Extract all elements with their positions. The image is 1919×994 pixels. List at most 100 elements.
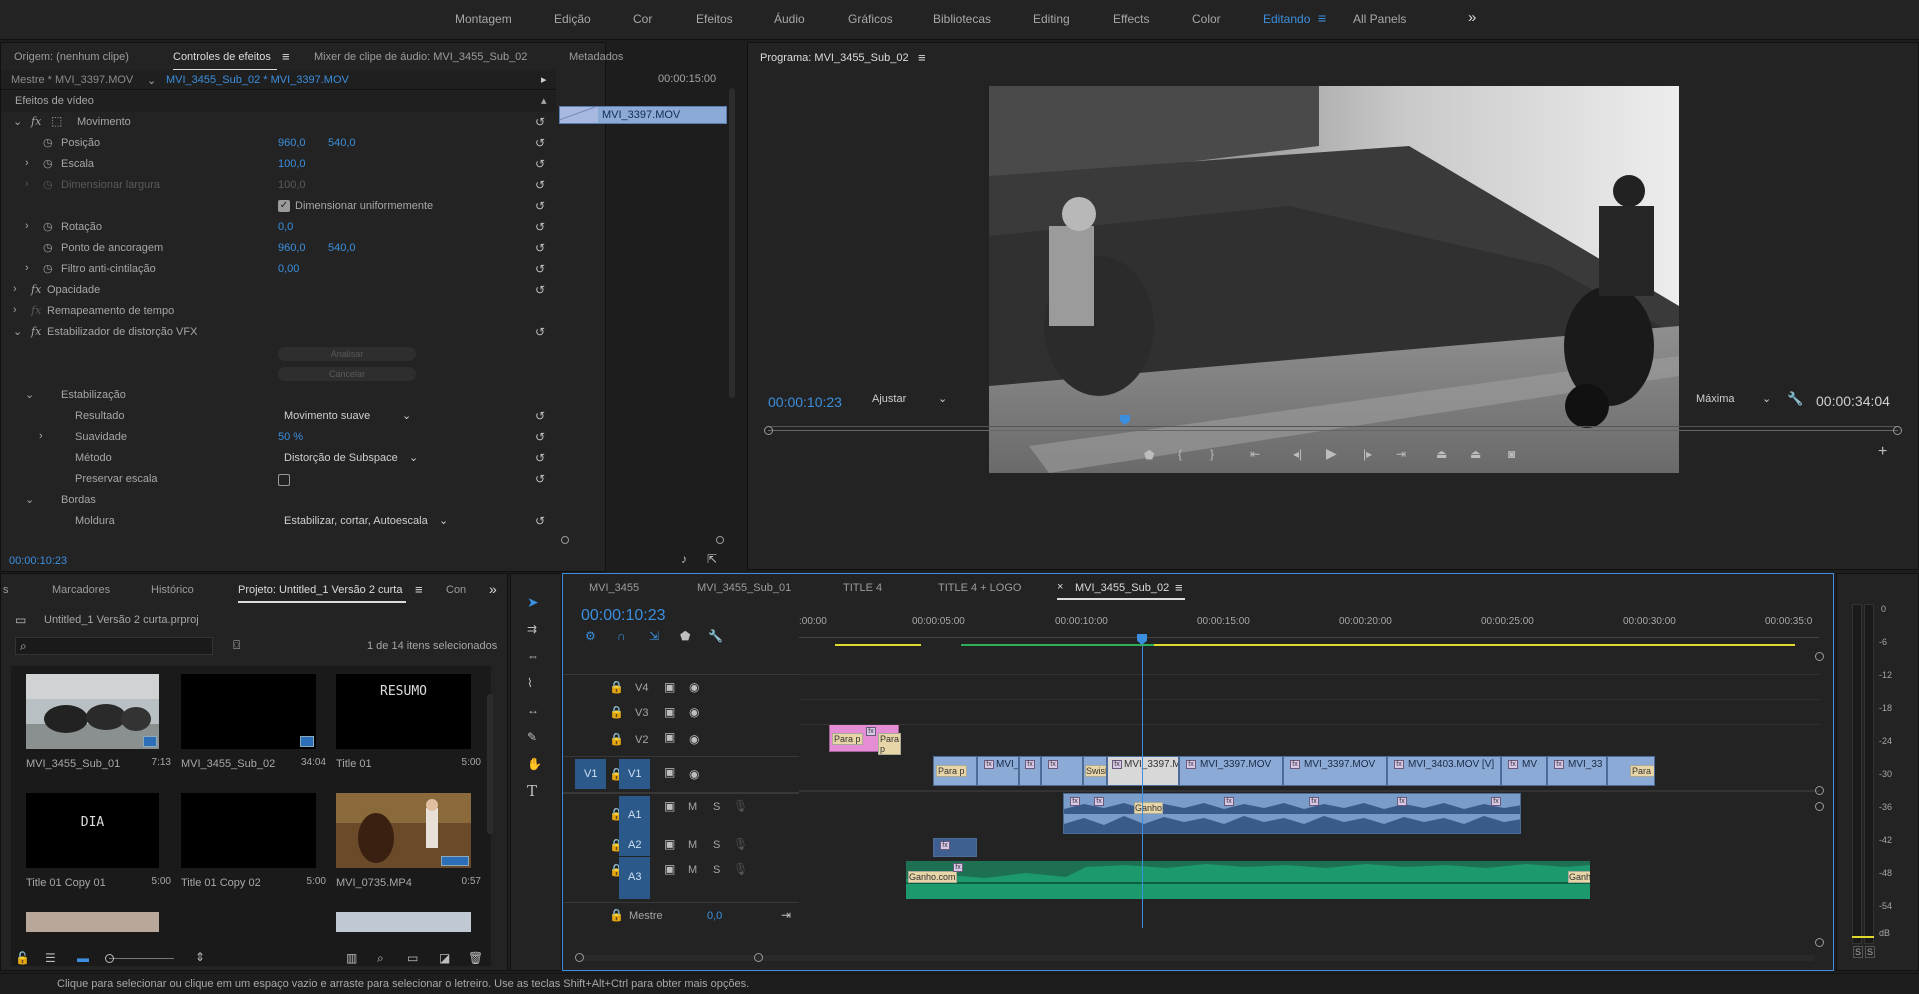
automate-icon[interactable]: ▥ xyxy=(346,952,357,964)
playhead-line[interactable] xyxy=(1142,646,1143,928)
anchor-x-value[interactable]: 960,0 xyxy=(278,242,306,254)
expand-chevron-icon[interactable]: ⌄ xyxy=(25,493,34,506)
v1-clip[interactable]: Para p xyxy=(1607,756,1655,786)
frame-dropdown[interactable]: Estabilizar, cortar, Autoescala ⌄ xyxy=(278,513,453,529)
rotation-value[interactable]: 0,0 xyxy=(278,221,293,233)
trash-icon[interactable]: 🗑 xyxy=(468,952,483,964)
reset-icon[interactable]: ↺ xyxy=(535,116,547,128)
add-marker-icon[interactable]: ⬟ xyxy=(680,630,690,642)
reset-icon[interactable]: ↺ xyxy=(535,158,547,170)
program-ruler[interactable] xyxy=(768,415,1898,427)
panel-menu-icon[interactable]: ≡ xyxy=(1175,580,1183,595)
scroll-handle[interactable] xyxy=(1815,786,1824,795)
reset-icon[interactable]: ↺ xyxy=(535,284,547,296)
opacity-row[interactable]: › fx Opacidade ↺ xyxy=(1,280,556,301)
reset-icon[interactable]: ↺ xyxy=(535,221,547,233)
eye-icon[interactable]: ◉ xyxy=(689,733,699,745)
effect-controls-timecode[interactable]: 00:00:10:23 xyxy=(9,555,67,567)
result-dropdown[interactable]: Movimento suave ⌄ xyxy=(278,408,416,424)
track-target-a1[interactable]: A1 xyxy=(619,796,650,834)
tab-audio-mixer[interactable]: Mixer de clipe de áudio: MVI_3455_Sub_02 xyxy=(314,51,527,63)
item-name[interactable]: MVI_3455_Sub_02 xyxy=(181,758,275,770)
reset-icon[interactable]: ↺ xyxy=(535,179,547,191)
scroll-handle[interactable] xyxy=(754,953,763,962)
flicker-value[interactable]: 0,00 xyxy=(278,263,299,275)
wrench-icon[interactable]: 🔧 xyxy=(1787,392,1803,405)
more-panels-icon[interactable]: » xyxy=(489,581,497,597)
ws-graficos[interactable]: Gráficos xyxy=(848,12,893,26)
ws-menu-icon[interactable]: ≡ xyxy=(1318,10,1326,26)
search-input[interactable]: ⌕ xyxy=(15,637,213,655)
slip-tool-icon[interactable]: ↔ xyxy=(527,704,539,716)
solo-left-button[interactable]: S xyxy=(1853,946,1864,958)
position-y-value[interactable]: 540,0 xyxy=(328,137,356,149)
expand-chevron-icon[interactable]: ⌄ xyxy=(25,388,34,401)
scroll-handle[interactable] xyxy=(1815,652,1824,661)
v1-clip[interactable]: Para p xyxy=(933,756,977,786)
type-tool-icon[interactable]: T xyxy=(527,784,537,799)
a1-clip[interactable]: fx fx Ganho fx fx fx fx xyxy=(1063,793,1521,834)
track-area[interactable]: Para p fx Para p Para p fx MVI_ fx fx Swi… xyxy=(799,646,1819,928)
dropdown-chevron-icon[interactable]: ⌄ xyxy=(147,74,156,87)
step-back-icon[interactable]: ◂| xyxy=(1293,448,1302,460)
mute-button[interactable]: M xyxy=(688,801,697,813)
ws-montagem[interactable]: Montagem xyxy=(455,12,512,26)
ws-all-panels[interactable]: All Panels xyxy=(1353,12,1406,26)
zoom-handle[interactable] xyxy=(764,426,773,435)
scroll-handle[interactable] xyxy=(1815,938,1824,947)
solo-button[interactable]: S xyxy=(713,864,720,876)
go-to-in-icon[interactable]: ⇤ xyxy=(1250,448,1260,460)
lift-icon[interactable]: ⏏ xyxy=(1436,448,1447,460)
preserve-scale-checkbox[interactable] xyxy=(278,474,290,486)
tab-content[interactable]: Con xyxy=(446,584,466,596)
reset-icon[interactable]: ↺ xyxy=(535,452,547,464)
track-select-tool-icon[interactable]: ⇉ xyxy=(527,623,537,635)
mark-out-icon[interactable]: } xyxy=(1210,448,1214,460)
zoom-bar[interactable] xyxy=(768,430,1898,431)
play-only-audio-icon[interactable]: ▸ xyxy=(541,73,547,86)
hand-tool-icon[interactable]: ✋ xyxy=(527,758,542,770)
clip-thumbnail[interactable] xyxy=(181,674,316,749)
razor-tool-icon[interactable]: ⌇ xyxy=(527,677,533,689)
solo-button[interactable]: S xyxy=(713,839,720,851)
zoom-handle[interactable] xyxy=(716,536,724,544)
expand-chevron-icon[interactable]: ⌄ xyxy=(13,115,22,128)
sync-lock-icon[interactable]: ▣ xyxy=(664,863,675,875)
new-bin-from-search-icon[interactable]: ⌼ xyxy=(233,639,240,651)
ws-color[interactable]: Color xyxy=(1192,12,1221,26)
eye-icon[interactable]: ◉ xyxy=(689,768,699,780)
reset-icon[interactable]: ↺ xyxy=(535,242,547,254)
lock-icon[interactable]: 🔒 xyxy=(609,681,624,693)
reset-icon[interactable]: ↺ xyxy=(535,137,547,149)
new-item-icon[interactable]: ◪ xyxy=(439,952,450,964)
ws-cor[interactable]: Cor xyxy=(633,12,652,26)
reset-icon[interactable]: ↺ xyxy=(535,431,547,443)
sort-icon[interactable]: ⇕ xyxy=(195,951,205,963)
mute-button[interactable]: M xyxy=(688,839,697,851)
tab-markers[interactable]: Marcadores xyxy=(52,584,110,596)
anchor-y-value[interactable]: 540,0 xyxy=(328,242,356,254)
reset-icon[interactable]: ↺ xyxy=(535,473,547,485)
expand-chevron-icon[interactable]: ⌄ xyxy=(13,325,22,338)
extract-icon[interactable]: ⏏ xyxy=(1470,448,1481,460)
selection-tool-icon[interactable]: ➤ xyxy=(527,595,539,609)
scroll-handle[interactable] xyxy=(1815,802,1824,811)
lock-icon[interactable]: 🔒 xyxy=(609,706,624,718)
mic-icon[interactable]: 🎙 xyxy=(733,800,748,812)
go-to-end-icon[interactable]: ⇥ xyxy=(781,909,791,921)
mic-icon[interactable]: 🎙 xyxy=(733,863,748,875)
v2-clip[interactable]: Para p fx Para p xyxy=(829,724,902,755)
expand-chevron-icon[interactable]: › xyxy=(13,283,17,295)
a3-clip[interactable]: Ganho.com fx Ganho xyxy=(906,861,1590,899)
go-to-out-icon[interactable]: ⇥ xyxy=(1396,448,1406,460)
reset-icon[interactable]: ↺ xyxy=(535,200,547,212)
v1-clip[interactable]: fx MVI_ xyxy=(977,756,1019,786)
tab-sequence[interactable]: MVI_3455 xyxy=(589,582,639,594)
v1-clip[interactable]: fxMVI_3397.MOV xyxy=(1107,756,1179,786)
camera-icon[interactable]: ◙ xyxy=(1508,448,1515,460)
new-bin-icon[interactable]: ▭ xyxy=(407,952,418,964)
sync-lock-icon[interactable]: ▣ xyxy=(664,706,675,718)
item-name[interactable]: MVI_3455_Sub_01 xyxy=(26,758,120,770)
eye-icon[interactable]: ◉ xyxy=(689,681,699,693)
expand-chevron-icon[interactable]: › xyxy=(13,304,17,316)
